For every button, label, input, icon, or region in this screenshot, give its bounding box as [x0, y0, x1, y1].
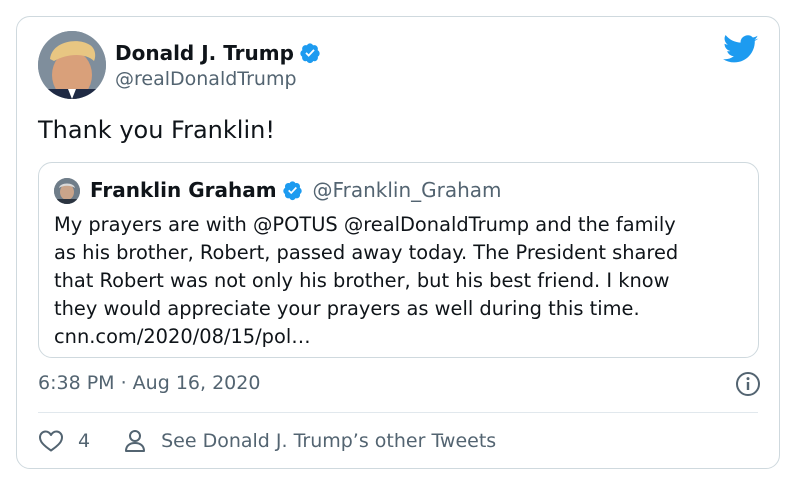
quoted-tweet-text: My prayers are with @POTUS @realDonaldTr… [54, 211, 754, 351]
twitter-bird-icon[interactable] [723, 35, 759, 65]
quoted-text-line: My prayers are with @POTUS @realDonaldTr… [54, 213, 676, 236]
author-name-row: Donald J. Trump [115, 41, 321, 65]
tweet-card: Donald J. Trump @realDonaldTrump Thank y… [16, 16, 780, 469]
person-icon[interactable] [124, 429, 146, 453]
quoted-text-line: they would appreciate your prayers as we… [54, 297, 640, 320]
quoted-text-line: that Robert was not only his brother, bu… [54, 269, 670, 292]
see-other-tweets-link[interactable]: See Donald J. Trump’s other Tweets [161, 430, 496, 452]
quoted-tweet[interactable]: Franklin Graham @Franklin_Graham My pray… [38, 162, 759, 358]
verified-badge-icon [300, 43, 320, 64]
author-handle[interactable]: @realDonaldTrump [115, 68, 297, 90]
info-icon[interactable] [735, 371, 761, 397]
quoted-author-name[interactable]: Franklin Graham [90, 178, 277, 202]
quoted-author-handle[interactable]: @Franklin_Graham [313, 178, 502, 202]
verified-badge-icon [282, 180, 302, 200]
quoted-link[interactable]: cnn.com/2020/08/15/pol… [54, 323, 754, 351]
quoted-text-line: as his brother, Robert, passed away toda… [54, 241, 679, 264]
author-name[interactable]: Donald J. Trump [115, 41, 294, 65]
divider [38, 412, 758, 413]
like-count[interactable]: 4 [78, 430, 90, 452]
tweet-timestamp[interactable]: 6:38 PM · Aug 16, 2020 [38, 372, 260, 394]
heart-icon[interactable] [38, 429, 64, 453]
author-avatar[interactable] [38, 31, 106, 99]
quoted-author-avatar[interactable] [54, 178, 80, 204]
tweet-actions: 4 See Donald J. Trump’s other Tweets [38, 428, 496, 454]
tweet-text: Thank you Franklin! [38, 116, 275, 144]
quoted-name-row: Franklin Graham @Franklin_Graham [90, 178, 502, 202]
